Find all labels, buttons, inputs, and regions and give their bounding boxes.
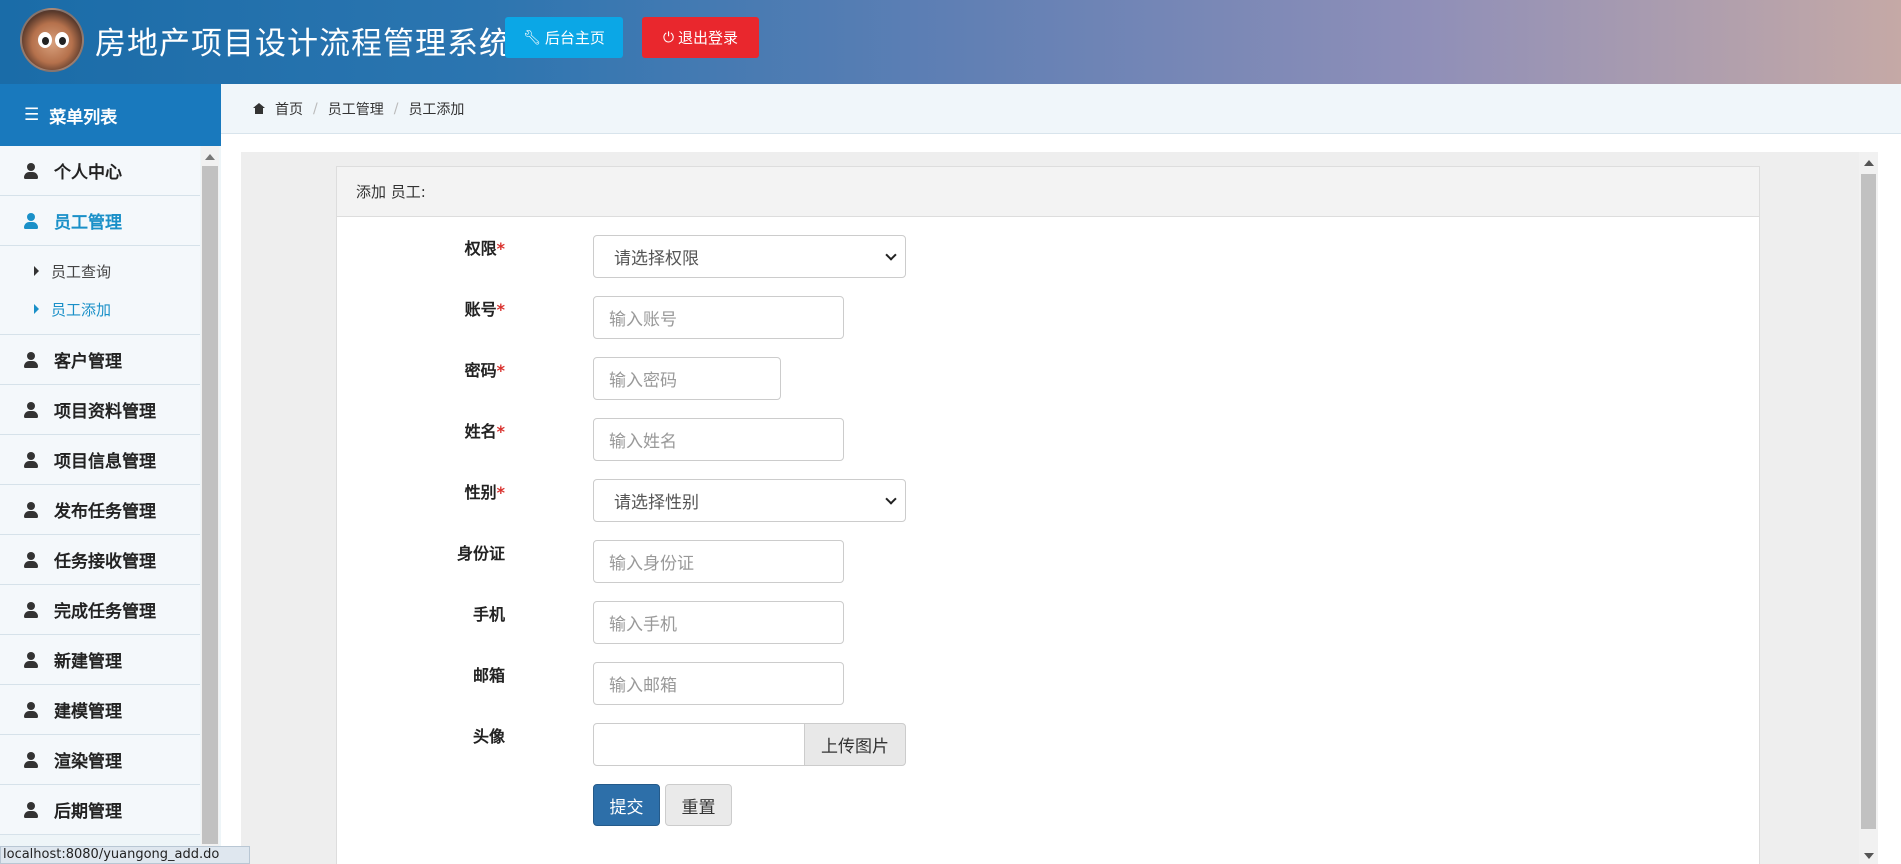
sidebar-item-new[interactable]: 新建管理 xyxy=(0,635,200,685)
chevron-down-icon xyxy=(885,493,897,505)
list-icon: ☰ xyxy=(24,105,40,125)
avatar-path-input[interactable] xyxy=(593,723,805,766)
idcard-input[interactable]: 输入身份证 xyxy=(593,540,844,583)
home-icon xyxy=(253,103,265,114)
name-input[interactable]: 输入姓名 xyxy=(593,418,844,461)
phone-label: 手机 xyxy=(472,605,505,624)
user-icon xyxy=(24,601,38,618)
name-label: 姓名* xyxy=(464,422,505,441)
caret-right-icon xyxy=(34,266,39,276)
user-icon xyxy=(24,701,38,718)
avatar-label: 头像 xyxy=(472,727,505,746)
user-icon xyxy=(24,212,38,229)
account-input[interactable]: 输入账号 xyxy=(593,296,844,339)
sidebar-item-project-docs[interactable]: 项目资料管理 xyxy=(0,385,200,435)
sidebar-item-post-production[interactable]: 后期管理 xyxy=(0,785,200,835)
sidebar-item-project-info[interactable]: 项目信息管理 xyxy=(0,435,200,485)
user-avatar xyxy=(20,8,84,72)
sidebar-item-completed-tasks[interactable]: 完成任务管理 xyxy=(0,585,200,635)
breadcrumb: 首页 / 员工管理 / 员工添加 xyxy=(221,84,1901,134)
sidebar-item-employees[interactable]: 员工管理 xyxy=(0,196,200,246)
user-icon xyxy=(24,351,38,368)
app-header: 房地产项目设计流程管理系统 🔧︎ 后台主页 ⏻ 退出登录 xyxy=(0,0,1901,84)
submit-button[interactable]: 提交 xyxy=(593,784,660,826)
sidebar-item-publish-tasks[interactable]: 发布任务管理 xyxy=(0,485,200,535)
email-input[interactable]: 输入邮箱 xyxy=(593,662,844,705)
panel-title: 添加 员工: xyxy=(337,167,1759,217)
user-icon xyxy=(24,801,38,818)
idcard-label: 身份证 xyxy=(456,544,505,563)
phone-input[interactable]: 输入手机 xyxy=(593,601,844,644)
employees-submenu: 员工查询 员工添加 xyxy=(0,246,200,335)
user-icon xyxy=(24,401,38,418)
wrench-icon: 🔧︎ xyxy=(523,29,541,46)
menu-list: 个人中心 员工管理 员工查询 员工添加 客户管理 项目资料管理 项目信息管理 发… xyxy=(0,146,200,846)
upload-image-button[interactable]: 上传图片 xyxy=(804,723,906,766)
scroll-down-arrow-icon[interactable] xyxy=(1864,853,1874,859)
email-label: 邮箱 xyxy=(472,666,505,685)
scroll-up-arrow-icon[interactable] xyxy=(205,154,215,160)
breadcrumb-current: 员工添加 xyxy=(408,101,465,118)
user-icon xyxy=(24,451,38,468)
permission-label: 权限* xyxy=(464,239,505,258)
breadcrumb-employees[interactable]: 员工管理 xyxy=(328,99,384,119)
user-icon xyxy=(24,751,38,768)
breadcrumb-separator: / xyxy=(393,100,399,117)
power-icon: ⏻ xyxy=(662,29,675,46)
gender-select[interactable]: 请选择性别 xyxy=(593,479,906,522)
content-scrollbar-thumb[interactable] xyxy=(1861,174,1876,829)
sidebar: ☰ 菜单列表 个人中心 员工管理 员工查询 员工添加 客户管理 项目资料管理 项… xyxy=(0,84,221,864)
app-title: 房地产项目设计流程管理系统 xyxy=(95,26,511,62)
user-icon xyxy=(24,501,38,518)
chevron-down-icon xyxy=(885,249,897,261)
caret-right-icon xyxy=(34,304,39,314)
breadcrumb-separator: / xyxy=(313,100,318,117)
sidebar-item-profile[interactable]: 个人中心 xyxy=(0,146,200,196)
sidebar-item-modeling[interactable]: 建模管理 xyxy=(0,685,200,735)
sidebar-item-rendering[interactable]: 渲染管理 xyxy=(0,735,200,785)
admin-home-button[interactable]: 🔧︎ 后台主页 xyxy=(505,17,623,58)
user-icon xyxy=(24,551,38,568)
permission-select[interactable]: 请选择权限 xyxy=(593,235,906,278)
form-panel: 添加 员工: 权限* 请选择权限 账号* 输入账号 密码* 输入密码 姓名* 输… xyxy=(336,166,1760,864)
menu-header: ☰ 菜单列表 xyxy=(0,84,221,146)
sidebar-subitem-employee-add[interactable]: 员工添加 xyxy=(0,290,200,328)
breadcrumb-home[interactable]: 首页 xyxy=(275,99,303,119)
password-input[interactable]: 输入密码 xyxy=(593,357,781,400)
user-icon xyxy=(24,162,38,179)
password-label: 密码* xyxy=(464,361,505,380)
sidebar-scrollbar-thumb[interactable] xyxy=(202,166,218,844)
user-icon xyxy=(24,651,38,668)
sidebar-item-customers[interactable]: 客户管理 xyxy=(0,335,200,385)
sidebar-item-receive-tasks[interactable]: 任务接收管理 xyxy=(0,535,200,585)
reset-button[interactable]: 重置 xyxy=(665,784,732,826)
gender-label: 性别* xyxy=(464,483,505,502)
logout-button[interactable]: ⏻ 退出登录 xyxy=(642,17,759,58)
sidebar-subitem-employee-query[interactable]: 员工查询 xyxy=(0,252,200,290)
account-label: 账号* xyxy=(464,300,505,319)
scroll-up-arrow-icon[interactable] xyxy=(1864,160,1874,166)
browser-status-url: localhost:8080/yuangong_add.do xyxy=(0,846,250,864)
